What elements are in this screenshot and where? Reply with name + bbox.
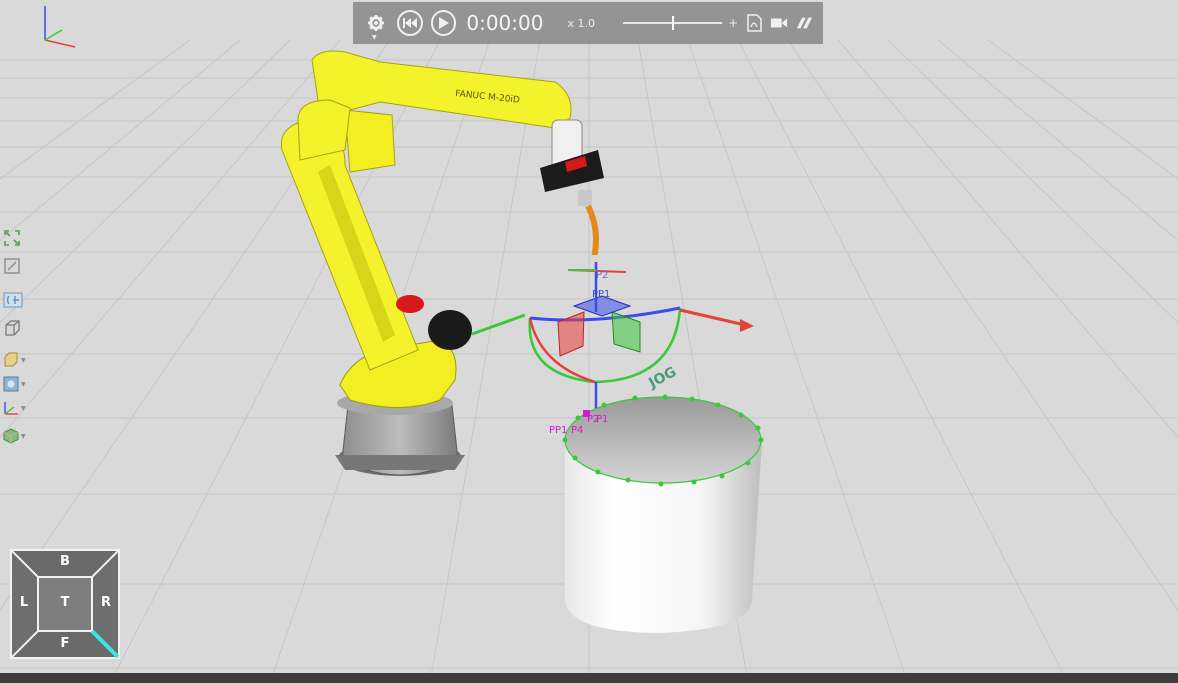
chevron-down-icon: ▼ xyxy=(21,356,26,364)
speed-multiplier: x 1.0 xyxy=(567,16,595,30)
export-pdf-button[interactable] xyxy=(745,14,763,32)
welding-torch[interactable] xyxy=(540,119,604,269)
playback-toolbar: ▼ 0:00:00 x 1.0 + xyxy=(353,2,823,44)
section-view-button[interactable] xyxy=(3,290,29,310)
point-label-pp1-top: PP1 xyxy=(592,289,610,300)
play-icon xyxy=(439,17,450,29)
camera-icon xyxy=(770,18,788,28)
display-mode-icon xyxy=(3,376,19,392)
speed-slider[interactable] xyxy=(623,15,723,31)
view-cube[interactable]: B L T R F xyxy=(9,548,121,660)
gear-icon xyxy=(367,15,384,31)
play-button[interactable] xyxy=(430,10,457,36)
point-label-p4: P4 xyxy=(571,425,583,436)
shading-button[interactable]: ▼ xyxy=(3,426,29,446)
box-view-button[interactable] xyxy=(3,318,29,338)
display-mode-button[interactable]: ▼ xyxy=(3,374,29,394)
record-video-button[interactable] xyxy=(770,14,788,32)
axes-icon xyxy=(4,402,18,415)
chevron-down-icon: ▼ xyxy=(372,34,377,41)
point-label-p2: P2 xyxy=(596,270,608,281)
view-cube-front[interactable]: F xyxy=(55,636,75,651)
view-cube-left[interactable]: L xyxy=(14,595,34,610)
axes-display-button[interactable]: ▼ xyxy=(3,398,29,418)
rewind-button[interactable] xyxy=(396,10,423,36)
material-icon xyxy=(4,352,18,367)
view-cube-top[interactable]: T xyxy=(55,595,75,610)
simulation-time: 0:00:00 xyxy=(466,11,544,35)
settings-button[interactable]: ▼ xyxy=(363,6,389,41)
chevron-down-icon: ▼ xyxy=(21,404,26,412)
tool-settings-button[interactable] xyxy=(795,14,813,32)
zoom-box-icon xyxy=(4,258,20,274)
speed-slider-knob[interactable] xyxy=(672,16,675,30)
material-button[interactable]: ▼ xyxy=(3,350,29,370)
chevron-down-icon: ▼ xyxy=(21,380,26,388)
world-axes-icon xyxy=(44,6,76,48)
box-view-icon xyxy=(5,320,20,336)
shading-icon xyxy=(3,428,19,444)
view-cube-right[interactable]: R xyxy=(96,595,116,610)
speed-plus-icon[interactable]: + xyxy=(728,16,738,30)
rewind-icon xyxy=(402,18,417,28)
cylinder-workpiece[interactable] xyxy=(562,394,764,634)
fit-view-icon xyxy=(4,230,20,246)
view-cube-back[interactable]: B xyxy=(55,554,75,569)
robot-lower-arm[interactable] xyxy=(280,121,526,408)
section-icon xyxy=(3,292,23,308)
fit-view-button[interactable] xyxy=(3,228,29,248)
zoom-box-button[interactable] xyxy=(3,256,29,276)
status-bar xyxy=(0,673,1178,683)
chevron-down-icon: ▼ xyxy=(21,432,26,440)
pdf-icon xyxy=(746,14,762,32)
point-label-p1: P1 xyxy=(596,414,608,425)
point-label-pp1: PP1 xyxy=(549,425,567,436)
viewport-3d[interactable]: FANUC M-20iD JOG P2 PP1 PP1 P4 P2 P1 xyxy=(0,0,1178,683)
tool-icon xyxy=(796,17,813,29)
